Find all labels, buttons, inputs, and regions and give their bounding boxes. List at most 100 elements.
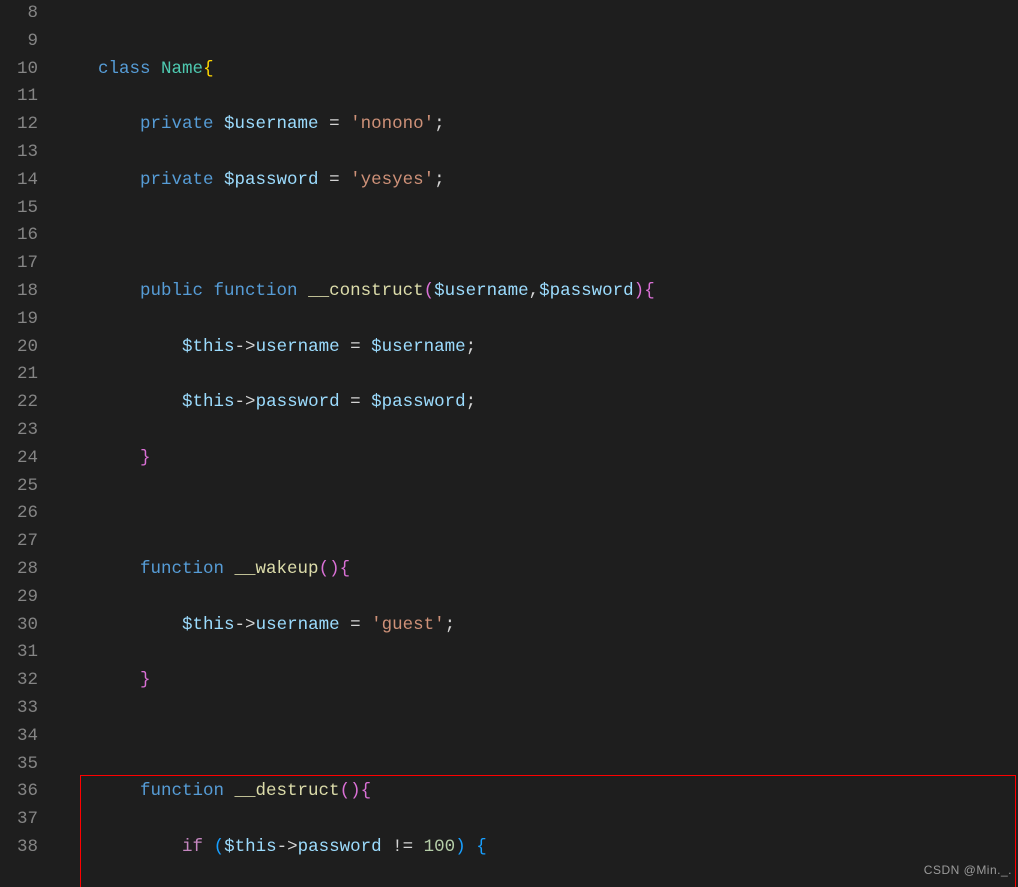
code-area[interactable]: class Name{ private $username = 'nonono'…	[56, 0, 1018, 887]
line-number: 26	[0, 500, 38, 528]
line-number: 25	[0, 473, 38, 501]
line-number: 38	[0, 834, 38, 862]
semicolon: ;	[466, 392, 477, 412]
line-number: 32	[0, 667, 38, 695]
line-number: 8	[0, 0, 38, 28]
paren-close: )	[350, 781, 361, 801]
code-line[interactable]: public function __construct($username,$p…	[56, 278, 1018, 306]
op-arrow: ->	[277, 837, 298, 857]
brace-open: {	[476, 837, 487, 857]
line-number: 21	[0, 361, 38, 389]
line-number: 24	[0, 445, 38, 473]
code-line[interactable]: function __destruct(){	[56, 778, 1018, 806]
number-literal: 100	[424, 837, 456, 857]
paren-open: (	[214, 837, 225, 857]
line-number: 17	[0, 250, 38, 278]
op-arrow: ->	[235, 615, 256, 635]
line-number: 35	[0, 751, 38, 779]
line-number: 20	[0, 334, 38, 362]
var-password: $password	[371, 392, 466, 412]
string-literal: 'yesyes'	[350, 170, 434, 190]
line-number: 23	[0, 417, 38, 445]
prop-password: password	[298, 837, 382, 857]
code-line[interactable]: }	[56, 667, 1018, 695]
op-assign: =	[350, 615, 361, 635]
code-line[interactable]: if ($this->password != 100) {	[56, 834, 1018, 862]
var-this: $this	[182, 337, 235, 357]
code-line[interactable]: private $password = 'yesyes';	[56, 167, 1018, 195]
line-number: 29	[0, 584, 38, 612]
var-this: $this	[182, 392, 235, 412]
line-number-gutter: 8910111213141516171819202122232425262728…	[0, 0, 56, 887]
keyword-if: if	[182, 837, 203, 857]
string-literal: 'guest'	[371, 615, 445, 635]
code-line[interactable]	[56, 500, 1018, 528]
keyword-class: class	[98, 59, 151, 79]
fn-wakeup: __wakeup	[235, 559, 319, 579]
code-line[interactable]: $this->username = 'guest';	[56, 612, 1018, 640]
var-username: $username	[224, 114, 319, 134]
op-neq: !=	[392, 837, 413, 857]
prop-username: username	[256, 615, 340, 635]
line-number: 28	[0, 556, 38, 584]
keyword-function: function	[140, 559, 224, 579]
paren-close: )	[634, 281, 645, 301]
brace-close: }	[140, 670, 151, 690]
paren-close: )	[455, 837, 466, 857]
prop-password: password	[256, 392, 340, 412]
code-line[interactable]	[56, 222, 1018, 250]
var-username: $username	[371, 337, 466, 357]
line-number: 11	[0, 83, 38, 111]
param-username: $username	[434, 281, 529, 301]
op-assign: =	[350, 337, 361, 357]
keyword-public: public	[140, 281, 203, 301]
code-line[interactable]: }	[56, 445, 1018, 473]
line-number: 22	[0, 389, 38, 417]
line-number: 34	[0, 723, 38, 751]
paren-open: (	[340, 781, 351, 801]
op-arrow: ->	[235, 337, 256, 357]
string-literal: 'nonono'	[350, 114, 434, 134]
brace-open: {	[644, 281, 655, 301]
fn-destruct: __destruct	[235, 781, 340, 801]
line-number: 33	[0, 695, 38, 723]
line-number: 13	[0, 139, 38, 167]
paren-close: )	[329, 559, 340, 579]
prop-username: username	[256, 337, 340, 357]
code-line[interactable]	[56, 723, 1018, 751]
keyword-function: function	[214, 281, 298, 301]
paren-open: (	[319, 559, 330, 579]
var-this: $this	[224, 837, 277, 857]
param-password: $password	[539, 281, 634, 301]
paren-open: (	[424, 281, 435, 301]
watermark: CSDN @Min._.	[924, 857, 1012, 885]
line-number: 16	[0, 222, 38, 250]
code-line[interactable]: $this->username = $username;	[56, 334, 1018, 362]
op-arrow: ->	[235, 392, 256, 412]
line-number: 15	[0, 195, 38, 223]
code-line[interactable]: function __wakeup(){	[56, 556, 1018, 584]
code-line[interactable]: class Name{	[56, 56, 1018, 84]
line-number: 12	[0, 111, 38, 139]
keyword-private: private	[140, 170, 214, 190]
brace-close: }	[140, 448, 151, 468]
code-line[interactable]: private $username = 'nonono';	[56, 111, 1018, 139]
var-password: $password	[224, 170, 319, 190]
brace-open: {	[203, 59, 214, 79]
line-number: 19	[0, 306, 38, 334]
line-number: 18	[0, 278, 38, 306]
semicolon: ;	[434, 170, 445, 190]
line-number: 9	[0, 28, 38, 56]
semicolon: ;	[466, 337, 477, 357]
op-assign: =	[329, 114, 340, 134]
brace-open: {	[361, 781, 372, 801]
op-assign: =	[329, 170, 340, 190]
line-number: 37	[0, 806, 38, 834]
semicolon: ;	[434, 114, 445, 134]
line-number: 30	[0, 612, 38, 640]
code-editor[interactable]: 8910111213141516171819202122232425262728…	[0, 0, 1018, 887]
code-line[interactable]: $this->password = $password;	[56, 389, 1018, 417]
keyword-private: private	[140, 114, 214, 134]
line-number: 27	[0, 528, 38, 556]
brace-open: {	[340, 559, 351, 579]
